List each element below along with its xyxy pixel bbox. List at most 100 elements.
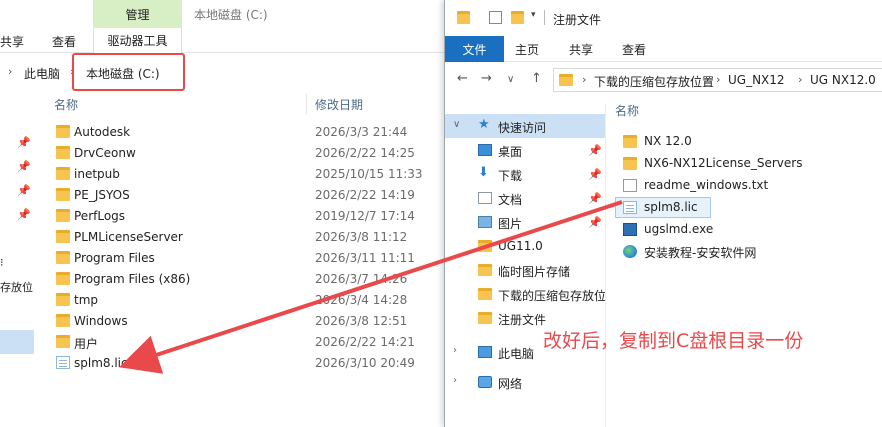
ribbon-home-tab[interactable]: 主页 — [515, 41, 539, 58]
file-name: NX 12.0 — [644, 134, 692, 148]
nav-item[interactable]: 桌面 📌 — [445, 140, 605, 162]
nav-item[interactable]: 图片 📌 — [445, 212, 605, 234]
column-name[interactable]: 名称 — [54, 96, 78, 113]
table-row[interactable]: tmp 2026/3/4 14:28 — [44, 290, 444, 311]
breadcrumb-this-pc[interactable]: 此电脑 — [24, 65, 60, 82]
right-column-name[interactable]: 名称 — [615, 102, 639, 119]
table-row[interactable]: PLMLicenseServer 2026/3/8 11:12 — [44, 227, 444, 248]
nav-pane-divider[interactable] — [605, 104, 606, 427]
title-divider — [544, 10, 545, 25]
file-name: PE_JSYOS — [74, 188, 130, 202]
list-item[interactable]: NX6-NX12License_Servers — [615, 153, 882, 175]
network-icon — [478, 376, 492, 388]
chevron-right-icon: › — [582, 73, 587, 86]
pin-icon: 📌 — [588, 192, 602, 205]
table-row[interactable]: Windows 2026/3/8 12:51 — [44, 311, 444, 332]
file-name: Autodesk — [74, 125, 131, 139]
folder-icon — [56, 230, 70, 243]
new-folder-icon[interactable] — [511, 11, 524, 24]
nav-item-label: 文档 — [498, 193, 523, 207]
chevron-right-icon: › — [8, 65, 13, 78]
address-field[interactable]: › 下载的压缩包存放位置 › UG_NX12 › UG NX12.0 — [553, 68, 882, 92]
pin-icon: 📌 — [17, 184, 31, 197]
left-address-bar[interactable]: › 此电脑 › 本地磁盘 (C:) — [0, 60, 444, 86]
breadcrumb-download-folder[interactable]: 下载的压缩包存放位置 — [594, 73, 714, 90]
ribbon-share-tab[interactable]: 共享 — [0, 33, 24, 50]
nav-item[interactable]: 临时图片存储 — [445, 260, 605, 282]
table-row[interactable]: splm8.lic 2026/3/10 20:49 — [44, 353, 444, 374]
list-item[interactable]: 安装教程-安安软件网 — [615, 241, 882, 263]
table-row[interactable]: DrvCeonw 2026/2/22 14:25 — [44, 143, 444, 164]
ribbon-file-tab[interactable]: 文件 — [445, 36, 504, 62]
folder-icon — [56, 251, 70, 264]
manage-tab[interactable]: 管理 — [93, 0, 182, 28]
license-file-icon — [623, 201, 637, 214]
folder-icon — [56, 188, 70, 201]
table-row[interactable]: Program Files 2026/3/11 11:11 — [44, 248, 444, 269]
nav-item-label: UG11.0 — [498, 239, 543, 253]
file-name: 安装教程-安安软件网 — [644, 246, 757, 260]
computer-icon — [478, 346, 492, 358]
nav-item-label: 快速访问 — [498, 121, 547, 135]
folder-icon — [478, 312, 492, 324]
ribbon-view-tab[interactable]: 查看 — [622, 41, 646, 58]
file-date: 2026/3/8 12:51 — [315, 314, 408, 328]
chevron-right-icon: › — [798, 73, 803, 86]
left-window-title: 本地磁盘 (C:) — [194, 8, 268, 22]
chevron-down-icon[interactable]: ∨ — [507, 74, 514, 85]
right-ribbon: 文件 主页 共享 查看 — [445, 36, 882, 62]
column-divider[interactable] — [306, 94, 307, 114]
nav-item[interactable]: 文档 📌 — [445, 188, 605, 210]
nav-item[interactable]: › 网络 — [445, 372, 605, 394]
nav-item-label: 临时图片存储 — [498, 265, 571, 279]
nav-selected-item[interactable] — [0, 330, 34, 354]
nav-item-label: 此电脑 — [498, 347, 535, 361]
folder-icon — [478, 240, 492, 252]
highlight-box — [72, 53, 185, 91]
properties-icon[interactable] — [489, 11, 502, 24]
document-icon — [478, 192, 492, 204]
ribbon-view-tab[interactable]: 查看 — [52, 33, 76, 50]
table-row[interactable]: 用户 2026/2/22 14:21 — [44, 332, 444, 353]
back-icon[interactable]: ← — [457, 71, 468, 86]
folder-icon — [623, 135, 637, 148]
nav-item[interactable]: UG11.0 — [445, 236, 605, 258]
ribbon-share-tab[interactable]: 共享 — [569, 41, 593, 58]
breadcrumb-ug-nx12-0[interactable]: UG NX12.0 — [810, 73, 876, 87]
file-name: inetpub — [74, 167, 120, 181]
file-name: splm8.lic — [74, 356, 128, 370]
list-item[interactable]: ugslmd.exe — [615, 219, 882, 241]
nav-item[interactable]: 下载的压缩包存放位 — [445, 284, 606, 306]
folder-icon — [457, 11, 470, 24]
file-name: splm8.lic — [644, 200, 698, 214]
nav-item[interactable]: ∨ ★ 快速访问 — [445, 116, 605, 138]
chevron-down-icon[interactable]: ∨ — [453, 119, 460, 130]
chevron-down-icon[interactable]: ▾ — [531, 10, 536, 20]
column-modified[interactable]: 修改日期 — [315, 96, 363, 113]
nav-item[interactable]: ⬇ 下载 📌 — [445, 164, 605, 186]
up-icon[interactable]: ↑ — [531, 71, 542, 86]
file-date: 2019/12/7 17:14 — [315, 209, 415, 223]
file-date: 2026/3/3 21:44 — [315, 125, 408, 139]
chevron-right-icon[interactable]: › — [453, 375, 457, 386]
table-row[interactable]: inetpub 2025/10/15 11:33 — [44, 164, 444, 185]
list-item[interactable]: NX 12.0 — [615, 131, 882, 153]
file-date: 2026/3/4 14:28 — [315, 293, 408, 307]
table-row[interactable]: PerfLogs 2019/12/7 17:14 — [44, 206, 444, 227]
desktop-icon — [478, 144, 492, 156]
text-file-icon — [623, 179, 637, 192]
breadcrumb-ug-nx12[interactable]: UG_NX12 — [728, 73, 785, 87]
folder-icon — [56, 272, 70, 285]
chevron-right-icon: › — [716, 73, 721, 86]
left-column-header: 名称 修改日期 — [44, 94, 444, 114]
table-row[interactable]: Program Files (x86) 2026/3/7 14:26 — [44, 269, 444, 290]
table-row[interactable]: Autodesk 2026/3/3 21:44 — [44, 122, 444, 143]
nav-item-partial-label[interactable]: 存放位 — [0, 279, 33, 295]
table-row[interactable]: PE_JSYOS 2026/2/22 14:19 — [44, 185, 444, 206]
list-item[interactable]: splm8.lic — [615, 197, 882, 219]
list-item[interactable]: readme_windows.txt — [615, 175, 882, 197]
drive-tools-tab[interactable]: 驱动器工具 — [93, 28, 182, 53]
forward-icon[interactable]: → — [481, 71, 492, 86]
chevron-right-icon[interactable]: › — [453, 345, 457, 356]
left-file-list: Autodesk 2026/3/3 21:44 DrvCeonw 2026/2/22 … — [44, 122, 444, 374]
